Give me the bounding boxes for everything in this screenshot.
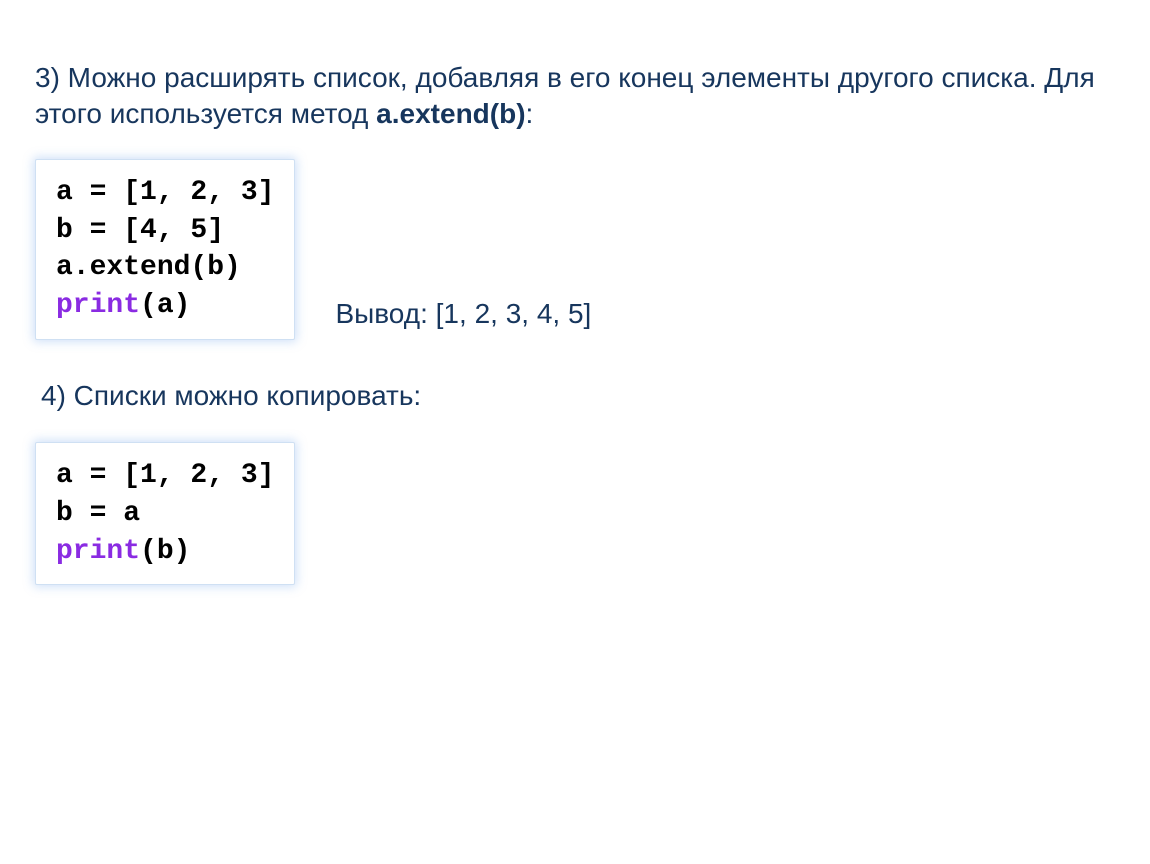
- code-box-2: a = [1, 2, 3] b = a print(b): [35, 442, 295, 585]
- paragraph-4: 4) Списки можно копировать:: [41, 380, 1115, 412]
- row-code1: a = [1, 2, 3] b = [4, 5] a.extend(b) pri…: [35, 159, 1115, 340]
- code1-line2: b = [4, 5]: [56, 215, 224, 246]
- output-1: Вывод: [1, 2, 3, 4, 5]: [335, 298, 591, 330]
- code2-line1: a = [1, 2, 3]: [56, 460, 274, 491]
- code1-line3: a.extend(b): [56, 252, 241, 283]
- page: 3) Можно расширять список, добавляя в ег…: [0, 0, 1150, 585]
- paragraph-3: 3) Можно расширять список, добавляя в ег…: [35, 60, 1095, 133]
- code2-line2: b = a: [56, 498, 140, 529]
- paragraph-3-tail: :: [526, 98, 534, 129]
- paragraph-3-bold: a.extend(b): [376, 98, 525, 129]
- code-box-1: a = [1, 2, 3] b = [4, 5] a.extend(b) pri…: [35, 159, 295, 340]
- code1-line1: a = [1, 2, 3]: [56, 177, 274, 208]
- code2-print-kw: print: [56, 536, 140, 567]
- code1-print-arg: (a): [140, 290, 190, 321]
- paragraph-3-text: 3) Можно расширять список, добавляя в ег…: [35, 62, 1095, 129]
- code2-print-arg: (b): [140, 536, 190, 567]
- code1-print-kw: print: [56, 290, 140, 321]
